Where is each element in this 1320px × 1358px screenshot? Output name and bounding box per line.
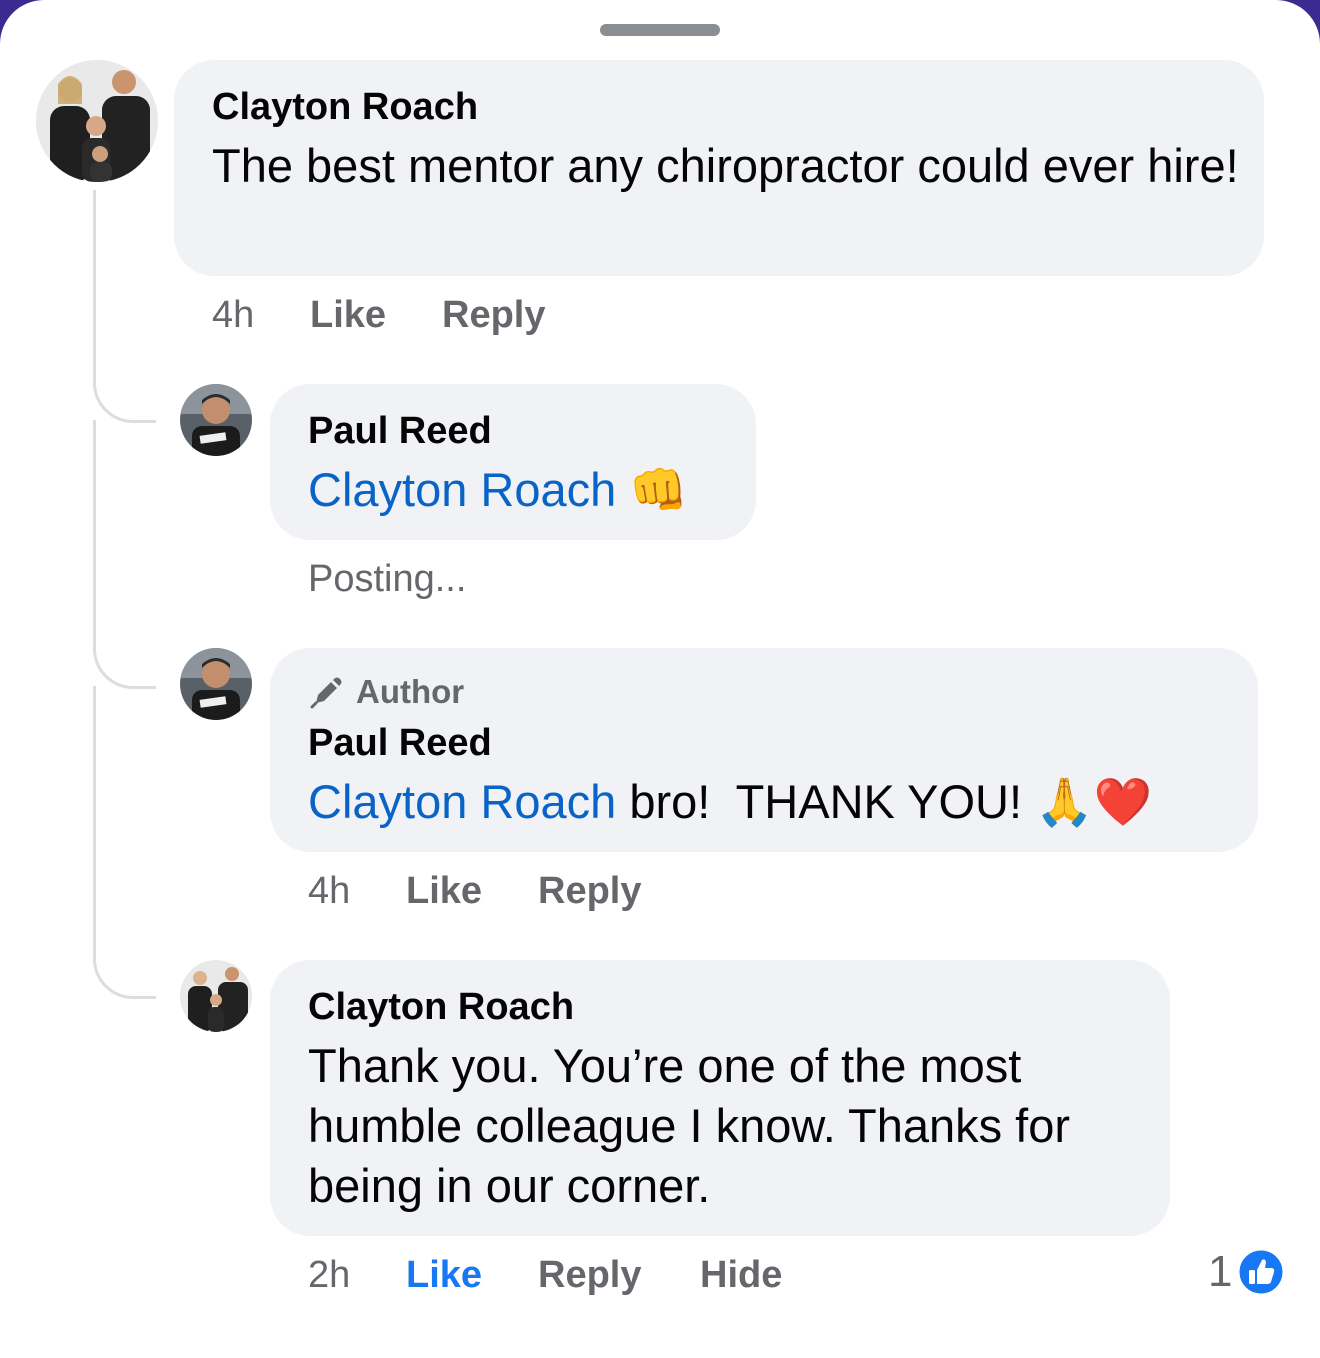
hide-button[interactable]: Hide bbox=[700, 1254, 782, 1297]
reply-text: Thank you. You’re one of the most humble… bbox=[308, 1039, 1071, 1212]
thread-line bbox=[93, 190, 156, 423]
reply-text: Clayton Roach bro! THANK YOU! 🙏❤️ bbox=[308, 772, 1152, 832]
reply-timestamp: 4h bbox=[308, 870, 351, 912]
avatar-paul-reed[interactable] bbox=[180, 384, 252, 456]
reply-button[interactable]: Reply bbox=[538, 870, 641, 913]
reply-author-name[interactable]: Clayton Roach bbox=[308, 986, 574, 1029]
reply-author-name[interactable]: Paul Reed bbox=[308, 722, 492, 765]
posting-status: Posting... bbox=[308, 558, 467, 600]
comment-author-name[interactable]: Clayton Roach bbox=[212, 86, 478, 129]
thread-line bbox=[93, 686, 156, 999]
pray-heart-emoji: 🙏❤️ bbox=[1035, 775, 1153, 828]
reaction-count: 1 bbox=[1208, 1247, 1233, 1296]
like-button[interactable]: Like bbox=[406, 1254, 482, 1297]
avatar-clayton-roach[interactable] bbox=[180, 960, 252, 1032]
reply-timestamp: 2h bbox=[308, 1254, 351, 1296]
reply-author-name[interactable]: Paul Reed bbox=[308, 410, 492, 453]
reaction-summary[interactable]: 1 bbox=[1208, 1246, 1286, 1298]
comment-text: The best mentor any chiropractor could e… bbox=[212, 139, 1239, 192]
reply-button[interactable]: Reply bbox=[442, 294, 545, 337]
fist-emoji: 👊 bbox=[629, 463, 688, 516]
like-button[interactable]: Like bbox=[406, 870, 482, 913]
reply-body: bro! THANK YOU! bbox=[616, 775, 1036, 828]
avatar-paul-reed[interactable] bbox=[180, 648, 252, 720]
mention-link[interactable]: Clayton Roach bbox=[308, 463, 616, 516]
reply-text: Clayton Roach 👊 bbox=[308, 460, 688, 520]
reply-button[interactable]: Reply bbox=[538, 1254, 641, 1297]
comments-sheet: Clayton Roach The best mentor any chirop… bbox=[0, 0, 1320, 1358]
thread-line bbox=[93, 420, 156, 689]
author-badge-label: Author bbox=[356, 673, 465, 710]
like-button[interactable]: Like bbox=[310, 294, 386, 337]
mention-link[interactable]: Clayton Roach bbox=[308, 775, 616, 828]
pen-icon bbox=[308, 673, 346, 711]
sheet-grabber-handle[interactable] bbox=[600, 24, 720, 36]
author-badge: Author bbox=[308, 672, 464, 712]
avatar-clayton-roach[interactable] bbox=[36, 60, 158, 182]
comment-timestamp: 4h bbox=[212, 294, 255, 336]
like-reaction-icon bbox=[1236, 1247, 1286, 1297]
